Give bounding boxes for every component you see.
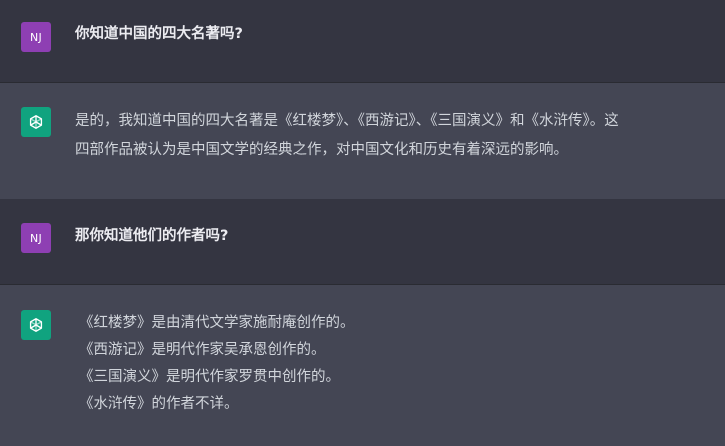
assistant-avatar bbox=[21, 107, 51, 137]
answer-line: 《西游记》是明代作家吴承恩创作的。 bbox=[79, 342, 326, 358]
answer-line: 《水浒传》的作者不详。 bbox=[79, 396, 239, 412]
answer-line: 《三国演义》是明代作家罗贯中创作的。 bbox=[79, 369, 340, 385]
user-message-row: NJ 你知道中国的四大名著吗? bbox=[0, 0, 725, 82]
answer-line: 四部作品被认为是中国文学的经典之作，对中国文化和历史有着深远的影响。 bbox=[75, 142, 568, 158]
user-avatar: NJ bbox=[21, 223, 51, 253]
assistant-message-row: 《红楼梦》是由清代文学家施耐庵创作的。 《西游记》是明代作家吴承恩创作的。 《三… bbox=[0, 285, 725, 446]
user-avatar-initials: NJ bbox=[29, 30, 43, 44]
user-avatar: NJ bbox=[21, 22, 51, 52]
assistant-answer-text: 《红楼梦》是由清代文学家施耐庵创作的。 《西游记》是明代作家吴承恩创作的。 《三… bbox=[79, 310, 721, 418]
assistant-answer-text: 是的，我知道中国的四大名著是《红楼梦》、《西游记》、《三国演义》和《水浒传》。这… bbox=[75, 107, 717, 165]
assistant-message-row: 是的，我知道中国的四大名著是《红楼梦》、《西游记》、《三国演义》和《水浒传》。这… bbox=[0, 83, 725, 199]
user-question-text: 那你知道他们的作者吗? bbox=[75, 228, 229, 244]
answer-line: 是的，我知道中国的四大名著是《红楼梦》、《西游记》、《三国演义》和《水浒传》。这 bbox=[75, 113, 619, 129]
openai-logo-icon bbox=[29, 115, 43, 129]
user-avatar-initials: NJ bbox=[29, 231, 43, 245]
openai-logo-icon bbox=[29, 318, 43, 332]
user-question-text: 你知道中国的四大名著吗? bbox=[75, 26, 243, 42]
assistant-avatar bbox=[21, 310, 51, 340]
answer-line: 《红楼梦》是由清代文学家施耐庵创作的。 bbox=[79, 315, 355, 331]
user-message-row: NJ 那你知道他们的作者吗? bbox=[0, 199, 725, 284]
